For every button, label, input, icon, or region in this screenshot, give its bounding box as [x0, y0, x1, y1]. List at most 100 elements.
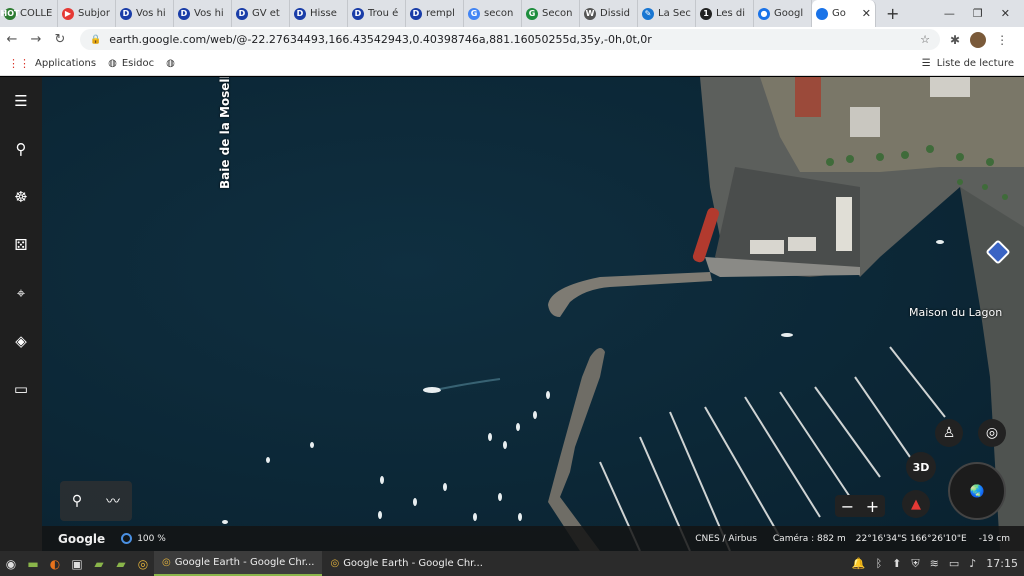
reading-list[interactable]: ☰ Liste de lecture: [922, 58, 1014, 69]
google-logo: Google: [58, 531, 106, 546]
tab-12[interactable]: 1 Les di: [696, 0, 754, 27]
tab-4[interactable]: D GV et: [232, 0, 290, 27]
tab-label: La Sec: [658, 8, 691, 19]
measure-icon[interactable]: ▭: [11, 379, 31, 399]
voyager-icon[interactable]: ☸: [11, 187, 31, 207]
zoom-out-icon[interactable]: −: [841, 497, 854, 516]
imagery-credits[interactable]: CNES / Airbus: [695, 534, 757, 544]
globe-minimap[interactable]: 🌏: [948, 462, 1006, 520]
close-tab-icon[interactable]: ✕: [862, 7, 871, 20]
satellite-map[interactable]: [0, 77, 1024, 551]
clock[interactable]: 17:15: [986, 557, 1018, 570]
show-desktop-icon[interactable]: ▬: [22, 551, 44, 576]
tab-3[interactable]: D Vos hi: [174, 0, 232, 27]
pegman-icon[interactable]: ♙: [935, 419, 963, 447]
globe-icon: ◍: [166, 58, 175, 69]
tab-7[interactable]: Drempl: [406, 0, 464, 27]
projects-icon[interactable]: ⌖: [11, 283, 31, 303]
restore-icon[interactable]: ❐: [973, 7, 983, 20]
firefox-icon[interactable]: ◐: [44, 551, 66, 576]
place-label[interactable]: Maison du Lagon: [909, 306, 1002, 319]
tab-label: rempl: [426, 8, 455, 19]
tab-favicon: D: [410, 7, 422, 20]
tab-favicon: [816, 7, 828, 20]
avatar[interactable]: [970, 31, 987, 48]
tab-label: Hisse: [310, 8, 337, 19]
reading-list-icon: ☰: [921, 58, 931, 69]
tab-favicon: 1: [700, 7, 712, 20]
bookmark-globe[interactable]: ◍: [166, 58, 175, 69]
notification-bell-icon[interactable]: 🔔: [852, 557, 866, 570]
forward-icon[interactable]: →: [24, 32, 48, 47]
tab-favicon: G: [526, 7, 538, 20]
extensions-icon[interactable]: ✱: [950, 33, 960, 47]
terminal-icon[interactable]: ▣: [66, 551, 88, 576]
new-tab-button[interactable]: +: [876, 0, 909, 27]
address-bar[interactable]: 🔒 earth.google.com/web/@-22.27634493,166…: [80, 29, 940, 50]
lock-icon[interactable]: 🔒: [90, 35, 101, 45]
zoom-control: − +: [835, 495, 885, 517]
tab-favicon: G: [468, 7, 480, 20]
system-tray: 🔔 ᛒ ⬆ ⛨ ≋ ▭ ♪ 17:15: [852, 557, 1024, 571]
volume-icon[interactable]: ♪: [969, 557, 976, 570]
menu-icon[interactable]: ☰: [11, 91, 31, 111]
tab-list: HOT COLLE ▶ Subjor D Vos hi D Vos hi D GV et D Hiss…: [0, 0, 812, 27]
files-icon[interactable]: ▰: [110, 551, 132, 576]
tab-10[interactable]: W Dissid: [580, 0, 638, 27]
start-menu-icon[interactable]: ◉: [0, 551, 22, 576]
tab-5[interactable]: D Hisse: [290, 0, 348, 27]
reload-icon[interactable]: ↻: [48, 32, 72, 47]
close-window-icon[interactable]: ✕: [1001, 7, 1010, 20]
tab-8[interactable]: Gsecon: [464, 0, 522, 27]
battery-icon[interactable]: ▭: [949, 557, 959, 570]
tab-0[interactable]: HOT COLLE: [0, 0, 58, 27]
url-text[interactable]: earth.google.com/web/@-22.27634493,166.4…: [109, 33, 652, 46]
earth-viewer[interactable]: Baie de la Moselle Maison du Lagon ☰ ⚲ ☸…: [0, 77, 1024, 551]
tab-favicon: D: [178, 7, 190, 20]
minimize-icon[interactable]: —: [944, 7, 955, 20]
bookmark-star-icon[interactable]: ☆: [920, 33, 930, 46]
taskbar-window-1[interactable]: ◎ Google Earth - Google Chr...: [154, 551, 323, 576]
tab-2[interactable]: D Vos hi: [116, 0, 174, 27]
wifi-icon[interactable]: ≋: [930, 557, 939, 570]
tab-favicon: ●: [758, 7, 770, 20]
taskbar-window-1-label: Google Earth - Google Chr...: [174, 557, 315, 568]
bookmark-apps[interactable]: ⋮⋮ Applications: [8, 57, 96, 70]
tab-label: Vos hi: [136, 8, 166, 19]
tab-9[interactable]: G Secon: [522, 0, 580, 27]
status-bar: Google 100 % CNES / Airbus Caméra : 882 …: [42, 526, 1024, 551]
tab-favicon: ✎: [642, 7, 654, 20]
zoom-percent: 100 %: [137, 533, 166, 544]
tab-label: GV et: [252, 8, 280, 19]
bluetooth-icon[interactable]: ᛒ: [876, 557, 883, 570]
draw-line-icon[interactable]: 〰: [106, 491, 120, 511]
draw-toolbox: ⚲ 〰: [60, 481, 132, 521]
compass-icon[interactable]: ▲: [902, 490, 930, 518]
warehouse: [788, 237, 816, 251]
chrome-icon[interactable]: ◎: [132, 551, 154, 576]
tab-13[interactable]: ● Googl: [754, 0, 812, 27]
tab-6[interactable]: D Trou é: [348, 0, 406, 27]
shield-icon[interactable]: ⛨: [911, 557, 919, 571]
3d-toggle-button[interactable]: 3D: [906, 452, 936, 482]
chrome-icon: ◎: [162, 557, 171, 568]
files-icon[interactable]: ▰: [88, 551, 110, 576]
zoom-in-icon[interactable]: +: [866, 497, 879, 516]
bookmark-esidoc[interactable]: ◍ Esidoc: [108, 58, 154, 69]
taskbar-window-2[interactable]: ◎ Google Earth - Google Chr...: [322, 551, 490, 576]
update-icon[interactable]: ⬆: [892, 557, 901, 570]
my-location-icon[interactable]: ◎: [978, 419, 1006, 447]
search-icon[interactable]: ⚲: [11, 139, 31, 159]
tab-favicon: D: [236, 7, 248, 20]
window-controls: — ❐ ✕: [944, 0, 1024, 27]
random-dice-icon[interactable]: ⚄: [11, 235, 31, 255]
tab-11[interactable]: ✎ La Sec: [638, 0, 696, 27]
back-icon[interactable]: ←: [0, 32, 24, 47]
tab-active[interactable]: Go ✕: [812, 0, 876, 27]
map-style-icon[interactable]: ◈: [11, 331, 31, 351]
tab-1[interactable]: ▶ Subjor: [58, 0, 116, 27]
add-placemark-icon[interactable]: ⚲: [72, 493, 82, 509]
more-menu-icon[interactable]: ⋮: [996, 33, 1008, 47]
bookmarks-bar: ⋮⋮ Applications ◍ Esidoc ◍ ☰ Liste de le…: [0, 52, 1024, 76]
chrome-icon: ◎: [330, 558, 340, 569]
